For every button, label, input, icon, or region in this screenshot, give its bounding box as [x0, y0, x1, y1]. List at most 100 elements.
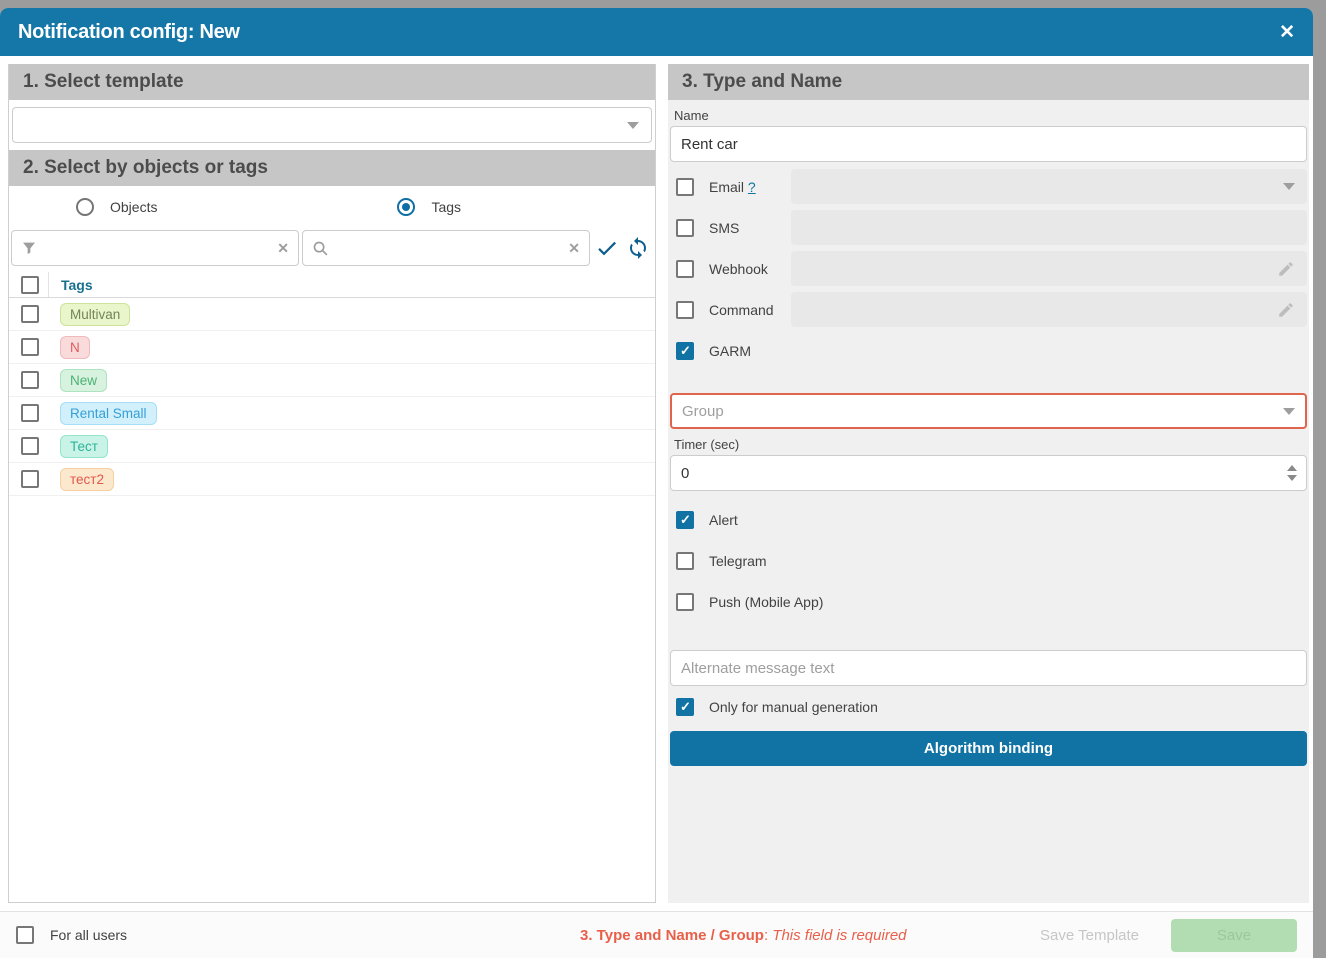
left-panel: 1. Select template 2. Select by objects … [8, 64, 656, 903]
template-select[interactable] [12, 107, 652, 143]
command-checkbox[interactable] [676, 301, 694, 319]
manual-generation-checkbox[interactable] [676, 698, 694, 716]
dialog-footer: For all users 3. Type and Name / Group: … [0, 911, 1313, 958]
filter-funnel-icon [21, 240, 37, 256]
command-label: Command [709, 302, 791, 318]
email-checkbox[interactable] [676, 178, 694, 196]
table-row[interactable]: тест2 [9, 463, 655, 496]
chevron-down-icon [1283, 408, 1295, 415]
stepper-up-icon[interactable] [1287, 465, 1297, 471]
tag-chip: Тест [60, 435, 108, 458]
column-divider [48, 272, 49, 297]
table-row[interactable]: N [9, 331, 655, 364]
push-checkbox[interactable] [676, 593, 694, 611]
filter-row: ✕ ✕ [9, 228, 655, 272]
search-box: ✕ [302, 230, 590, 266]
save-template-button[interactable]: Save Template [1040, 927, 1139, 944]
manual-generation-row: Only for manual generation [670, 686, 1307, 727]
row-checkbox[interactable] [21, 470, 39, 488]
row-checkbox[interactable] [21, 338, 39, 356]
close-icon[interactable]: ✕ [1279, 23, 1295, 42]
dialog-title: Notification config: New [18, 21, 240, 44]
tag-chip: тест2 [60, 468, 114, 491]
tags-table-header: Tags [9, 272, 655, 298]
search-input[interactable] [336, 240, 561, 256]
quantity-stepper[interactable] [1287, 455, 1297, 491]
command-row: Command [670, 289, 1307, 330]
apply-check-icon[interactable] [593, 234, 621, 262]
sms-row: SMS [670, 207, 1307, 248]
dialog-body: 1. Select template 2. Select by objects … [0, 56, 1313, 911]
radio-tags-label: Tags [431, 199, 461, 215]
objects-tags-radio-row: Objects Tags [9, 186, 655, 228]
tags-list-empty-area [9, 496, 655, 902]
push-row: Push (Mobile App) [670, 581, 1307, 622]
validation-error-message: 3. Type and Name / Group: This field is … [580, 927, 907, 944]
footer-actions: Save Template Save [1040, 919, 1297, 952]
edit-pencil-icon [1277, 301, 1295, 319]
email-select-disabled [791, 169, 1307, 204]
name-label: Name [674, 108, 1303, 123]
tag-chip: Rental Small [60, 402, 157, 425]
row-checkbox[interactable] [21, 404, 39, 422]
for-all-users-group[interactable]: For all users [16, 926, 127, 944]
row-checkbox[interactable] [21, 305, 39, 323]
section-3-header: 3. Type and Name [668, 64, 1309, 100]
refresh-sync-icon[interactable] [624, 234, 652, 262]
chevron-down-icon [627, 122, 639, 129]
right-panel: 3. Type and Name Name Email ? SMS [668, 64, 1309, 903]
timer-label: Timer (sec) [674, 437, 1303, 452]
table-row[interactable]: Тест [9, 430, 655, 463]
alert-label: Alert [709, 512, 738, 528]
section-1-header: 1. Select template [9, 64, 655, 100]
for-all-users-checkbox[interactable] [16, 926, 34, 944]
sms-checkbox[interactable] [676, 219, 694, 237]
select-all-checkbox[interactable] [21, 276, 39, 294]
row-checkbox[interactable] [21, 371, 39, 389]
radio-objects[interactable]: Objects [76, 198, 157, 216]
tag-chip: N [60, 336, 90, 359]
tag-chip: New [60, 369, 107, 392]
chevron-down-icon [1283, 183, 1295, 190]
save-button[interactable]: Save [1171, 919, 1297, 952]
radio-tags-circle[interactable] [397, 198, 415, 216]
name-field[interactable] [670, 126, 1307, 162]
notification-config-dialog: Notification config: New ✕ 1. Select tem… [0, 8, 1313, 958]
clear-search-icon[interactable]: ✕ [568, 240, 580, 257]
timer-field[interactable] [670, 455, 1307, 491]
push-label: Push (Mobile App) [709, 594, 823, 610]
search-icon [312, 240, 329, 257]
radio-objects-label: Objects [110, 199, 157, 215]
radio-objects-circle[interactable] [76, 198, 94, 216]
edit-pencil-icon [1277, 260, 1295, 278]
table-row[interactable]: Multivan [9, 298, 655, 331]
tags-column-header: Tags [61, 277, 93, 293]
garm-label: GARM [709, 343, 791, 359]
sms-label: SMS [709, 220, 791, 236]
dialog-header: Notification config: New ✕ [0, 8, 1313, 56]
for-all-users-label: For all users [50, 927, 127, 943]
stepper-down-icon[interactable] [1287, 475, 1297, 481]
table-row[interactable]: New [9, 364, 655, 397]
filter-input[interactable] [44, 240, 270, 256]
telegram-checkbox[interactable] [676, 552, 694, 570]
alert-checkbox[interactable] [676, 511, 694, 529]
manual-generation-label: Only for manual generation [709, 699, 878, 715]
radio-tags[interactable]: Tags [397, 198, 461, 216]
table-row[interactable]: Rental Small [9, 397, 655, 430]
row-checkbox[interactable] [21, 437, 39, 455]
email-label: Email ? [709, 179, 791, 195]
email-row: Email ? [670, 166, 1307, 207]
email-help-icon[interactable]: ? [748, 179, 756, 195]
telegram-label: Telegram [709, 553, 767, 569]
algorithm-binding-button[interactable]: Algorithm binding [670, 731, 1307, 766]
clear-filter-icon[interactable]: ✕ [277, 240, 289, 257]
garm-checkbox[interactable] [676, 342, 694, 360]
webhook-checkbox[interactable] [676, 260, 694, 278]
section-2-header: 2. Select by objects or tags [9, 150, 655, 186]
group-select[interactable]: Group [670, 393, 1307, 429]
filter-box: ✕ [11, 230, 299, 266]
webhook-label: Webhook [709, 261, 791, 277]
command-field-disabled [791, 292, 1307, 327]
alternate-message-input[interactable] [670, 650, 1307, 686]
